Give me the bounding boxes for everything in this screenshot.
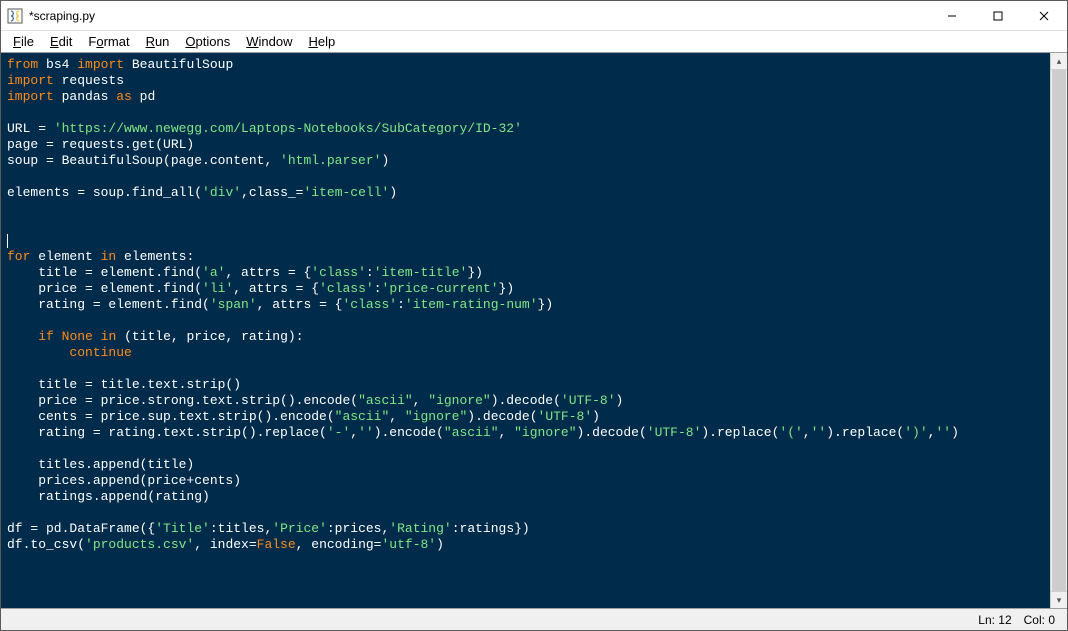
menu-format[interactable]: Format [80, 32, 137, 51]
maximize-button[interactable] [975, 1, 1021, 30]
close-button[interactable] [1021, 1, 1067, 30]
menu-window[interactable]: Window [238, 32, 300, 51]
scroll-up-icon[interactable]: ▴ [1051, 53, 1067, 70]
minimize-button[interactable] [929, 1, 975, 30]
scroll-track[interactable] [1051, 70, 1067, 591]
code-editor[interactable]: from bs4 import BeautifulSoup import req… [1, 53, 1050, 608]
app-icon [7, 8, 23, 24]
menu-file[interactable]: File [5, 32, 42, 51]
window-controls [929, 1, 1067, 30]
status-col: Col: 0 [1024, 613, 1055, 627]
window-title: *scraping.py [29, 9, 95, 23]
vertical-scrollbar[interactable]: ▴ ▾ [1050, 53, 1067, 608]
editor-wrap: from bs4 import BeautifulSoup import req… [1, 53, 1067, 608]
statusbar: Ln: 12 Col: 0 [1, 608, 1067, 630]
status-line: Ln: 12 [978, 613, 1011, 627]
menu-edit[interactable]: Edit [42, 32, 80, 51]
titlebar[interactable]: *scraping.py [1, 1, 1067, 31]
menu-options[interactable]: Options [177, 32, 238, 51]
title-left: *scraping.py [1, 8, 929, 24]
app-window: *scraping.py FileEditFormatRunOptionsWin… [0, 0, 1068, 631]
scroll-down-icon[interactable]: ▾ [1051, 591, 1067, 608]
menu-help[interactable]: Help [301, 32, 344, 51]
scroll-thumb[interactable] [1052, 70, 1066, 591]
menubar: FileEditFormatRunOptionsWindowHelp [1, 31, 1067, 53]
menu-run[interactable]: Run [138, 32, 178, 51]
